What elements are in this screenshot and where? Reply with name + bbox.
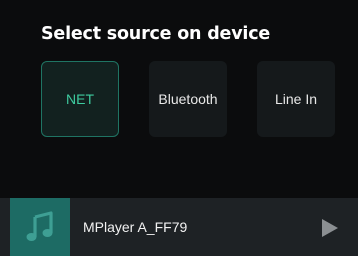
play-icon (322, 219, 338, 237)
mini-player-bar[interactable]: MPlayer A_FF79 (0, 198, 358, 256)
track-title: MPlayer A_FF79 (83, 219, 188, 235)
source-net-button[interactable]: NET (41, 61, 119, 137)
source-bluetooth-button[interactable]: Bluetooth (149, 61, 227, 137)
source-line-in-button[interactable]: Line In (257, 61, 335, 137)
play-button[interactable] (318, 216, 342, 240)
source-line-in-label: Line In (274, 91, 318, 107)
source-net-label: NET (66, 91, 94, 107)
source-select-screen: Select source on device NET Bluetooth Li… (0, 0, 358, 256)
source-bluetooth-label: Bluetooth (158, 91, 218, 107)
music-note-icon (26, 211, 53, 241)
page-title: Select source on device (41, 24, 271, 44)
source-options: NET Bluetooth Line In (0, 61, 358, 137)
album-art (10, 198, 70, 256)
